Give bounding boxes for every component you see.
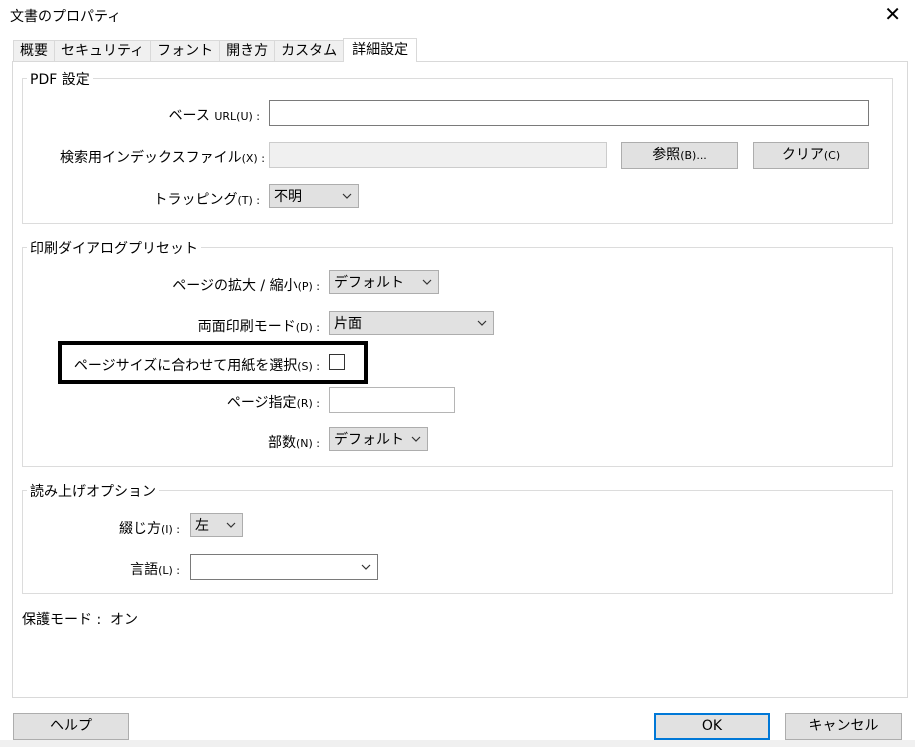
ok-button[interactable]: OK [654, 713, 770, 740]
copies-select[interactable]: デフォルト [329, 427, 428, 451]
chevron-down-icon [477, 320, 487, 326]
chevron-down-icon [361, 564, 371, 570]
tab-initial-view[interactable]: 開き方 [219, 40, 276, 62]
window-title: 文書のプロパティ [10, 9, 122, 25]
read-aloud-legend: 読み上げオプション [27, 481, 159, 501]
tab-fonts[interactable]: フォント [150, 40, 221, 62]
scaling-select[interactable]: デフォルト [329, 270, 439, 294]
paper-by-page-checkbox[interactable] [329, 354, 345, 370]
copies-label: 部数(N) : [267, 435, 320, 451]
chevron-down-icon [342, 193, 352, 199]
page-range-input[interactable] [329, 387, 455, 413]
scaling-label: ページの拡大 / 縮小(P) : [172, 278, 320, 294]
binding-select[interactable]: 左 [190, 513, 243, 537]
base-url-input[interactable] [269, 100, 869, 126]
tab-security[interactable]: セキュリティ [54, 40, 152, 62]
chevron-down-icon [226, 522, 236, 528]
chevron-down-icon [411, 436, 421, 442]
clear-button[interactable]: クリア(C) [753, 142, 869, 169]
search-index-input [269, 142, 607, 168]
cancel-button[interactable]: キャンセル [785, 713, 902, 740]
pdf-settings-legend: PDF 設定 [27, 69, 93, 89]
close-icon[interactable]: ✕ [884, 2, 901, 26]
trapping-select[interactable]: 不明 [269, 184, 359, 208]
protected-mode-label: 保護モード : [22, 612, 102, 628]
tab-custom[interactable]: カスタム [274, 40, 345, 62]
protected-mode-value: オン [110, 612, 138, 628]
page-range-label: ページ指定(R) : [226, 395, 320, 411]
duplex-label: 両面印刷モード(D) : [197, 319, 320, 335]
binding-label: 綴じ方(I) : [118, 521, 180, 537]
base-url-label: ベース URL(U) : [168, 108, 260, 124]
tab-overview[interactable]: 概要 [13, 40, 55, 62]
language-label: 言語(L) : [130, 562, 180, 578]
language-select[interactable] [190, 554, 378, 580]
chevron-down-icon [422, 279, 432, 285]
tab-strip: 概要 セキュリティ フォント 開き方 カスタム 詳細設定 [13, 38, 418, 62]
paper-by-page-label: ページサイズに合わせて用紙を選択(S) : [73, 358, 320, 374]
help-button[interactable]: ヘルプ [13, 713, 129, 740]
tab-advanced[interactable]: 詳細設定 [343, 38, 418, 62]
print-presets-legend: 印刷ダイアログプリセット [27, 238, 201, 258]
search-index-label: 検索用インデックスファイル(X) : [60, 150, 265, 166]
browse-button[interactable]: 参照(B)... [621, 142, 738, 169]
window-footer-edge [0, 740, 915, 747]
trapping-label: トラッピング(T) : [153, 192, 260, 208]
duplex-select[interactable]: 片面 [329, 311, 494, 335]
